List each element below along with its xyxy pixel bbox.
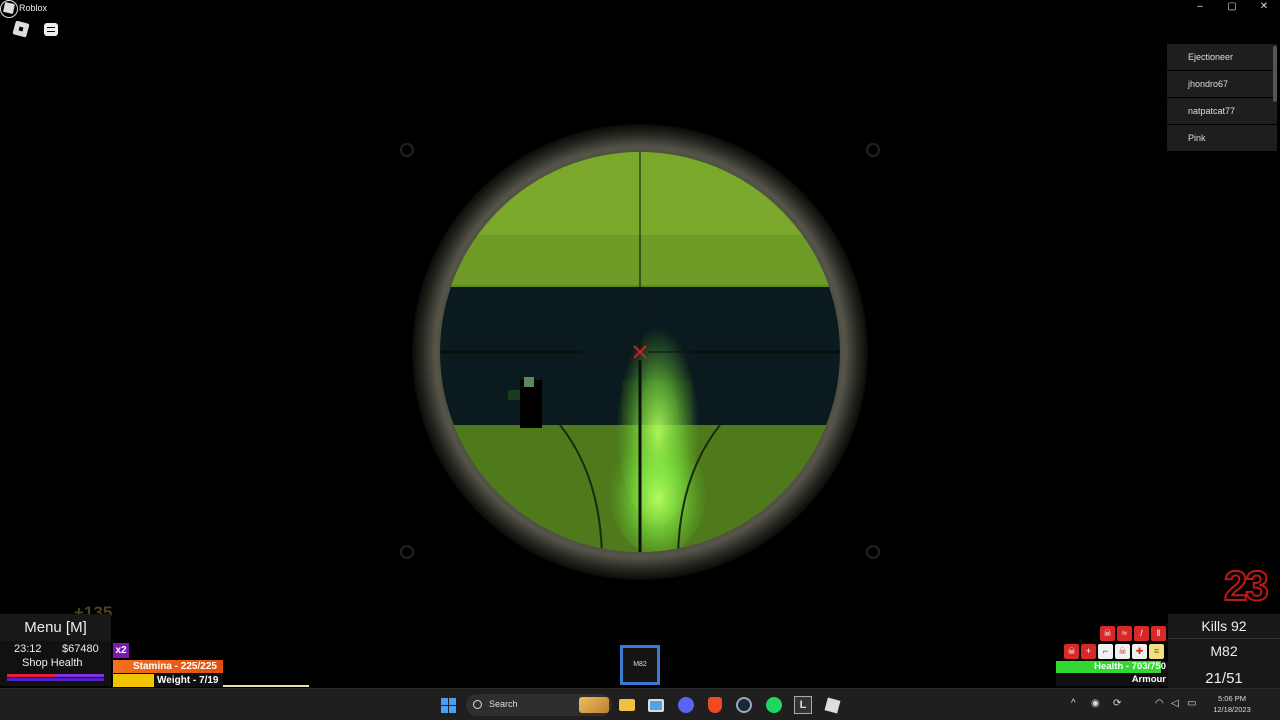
player-list-item[interactable]: Ejectioneer <box>1167 44 1277 70</box>
skull-icon: ☠ <box>1100 626 1115 641</box>
wifi-icon[interactable]: ◠ <box>1155 698 1164 709</box>
chat-button[interactable] <box>42 20 60 38</box>
roblox-menu-button[interactable] <box>12 20 30 38</box>
windows-taskbar: Search L ^ ◉ ⟳ ◠ ◁ ▭ 5:06 PM 12/18/2023 <box>0 688 1280 720</box>
health-bar: Health - 703/750 <box>1056 661 1168 673</box>
weapon-name: M82 <box>1210 643 1238 659</box>
clock-date: 12/18/2023 <box>1213 705 1251 714</box>
clock-time: 5:06 PM <box>1218 694 1246 703</box>
player-list-item[interactable]: jhondro67 <box>1167 71 1277 97</box>
energy-icon: ≡ <box>1149 644 1164 659</box>
hotbar-slot-m82[interactable]: M82 <box>620 645 660 685</box>
stamina-bar: Stamina - 225/225 <box>113 660 223 673</box>
file-explorer-icon[interactable] <box>618 696 636 714</box>
player-bar-primary <box>7 674 104 677</box>
volume-icon[interactable]: ◁ <box>1171 698 1179 709</box>
close-button[interactable]: ✕ <box>1248 0 1280 14</box>
player-list-item[interactable]: natpatcat77 <box>1167 98 1277 124</box>
spotify-icon[interactable] <box>765 696 783 714</box>
maximize-button[interactable]: ▢ <box>1216 0 1248 14</box>
enemy-silhouette <box>520 380 542 428</box>
weapon-panel: Kills 92 M82 21/51 <box>1168 614 1280 688</box>
bandage-icon: / <box>1134 626 1149 641</box>
game-time: 23:12 <box>14 643 42 655</box>
photos-icon[interactable] <box>647 696 665 714</box>
weight-bar-fill <box>113 674 154 687</box>
kills-counter: Kills 92 <box>1201 618 1247 634</box>
player-list-item[interactable]: Pink <box>1167 125 1277 151</box>
crosshair-icon: + <box>1081 644 1096 659</box>
window-controls: – ▢ ✕ <box>1184 0 1280 14</box>
player-info-panel: 23:12 $67480 Shop Health <box>0 641 111 686</box>
tray-overflow-icon[interactable]: ^ <box>1071 698 1076 709</box>
steam-tray-icon[interactable]: ◉ <box>1091 698 1100 709</box>
window-title: Roblox <box>19 3 48 13</box>
scope-view <box>412 124 868 580</box>
multiplier-badge: x2 <box>113 643 129 658</box>
discord-icon[interactable] <box>677 696 695 714</box>
heal-icon: ✚ <box>1132 644 1147 659</box>
taskbar-search[interactable]: Search <box>466 694 612 716</box>
chat-icon <box>44 22 58 36</box>
start-button[interactable] <box>439 696 457 714</box>
window-title-bar: Roblox – ▢ ✕ <box>0 0 1280 16</box>
status-effect-icons: ☠ ≈ / ‖ ☠ + ⌐ ☠ ✚ ≡ <box>1064 626 1168 660</box>
roblox-taskbar-icon[interactable] <box>823 696 841 714</box>
syringe-icon: ‖ <box>1151 626 1166 641</box>
weight-bar: Weight - 7/19 <box>113 674 223 687</box>
ammo-counter: 23 <box>1223 561 1270 610</box>
battery-icon[interactable]: ▭ <box>1187 698 1196 709</box>
skull-icon: ☠ <box>1064 644 1079 659</box>
bleed-icon: ≈ <box>1117 626 1132 641</box>
leg-icon: ⌐ <box>1098 644 1113 659</box>
money-counter: $67480 <box>62 643 99 655</box>
player-list-scrollbar[interactable] <box>1273 46 1277 102</box>
player-bar-secondary <box>7 678 104 681</box>
menu-button[interactable]: Menu [M] <box>0 614 111 641</box>
search-icon <box>473 700 482 709</box>
armour-bar: Armour <box>1056 674 1168 686</box>
shop-health-button[interactable]: Shop Health <box>22 657 83 669</box>
player-list: Ejectioneer jhondro67 natpatcat77 Pink <box>1167 44 1277 151</box>
skull-icon: ☠ <box>1115 644 1130 659</box>
roblox-app-icon <box>3 2 15 14</box>
weight-label: Weight - 7/19 <box>157 675 219 686</box>
progress-line <box>223 685 309 687</box>
roblox-logo-icon <box>12 20 30 38</box>
windows-logo-icon <box>440 697 456 713</box>
sync-tray-icon[interactable]: ⟳ <box>1113 698 1121 709</box>
taskbar-clock[interactable]: 5:06 PM 12/18/2023 <box>1206 693 1258 715</box>
search-highlight-icon <box>579 697 609 713</box>
steam-icon[interactable] <box>735 696 753 714</box>
divider <box>1168 638 1280 639</box>
search-label: Search <box>489 699 518 709</box>
minimize-button[interactable]: – <box>1184 0 1216 14</box>
magazine-count: 21/51 <box>1205 670 1243 687</box>
sniper-scope <box>340 55 940 645</box>
brave-icon[interactable] <box>706 696 724 714</box>
launcher-icon[interactable]: L <box>794 696 812 714</box>
